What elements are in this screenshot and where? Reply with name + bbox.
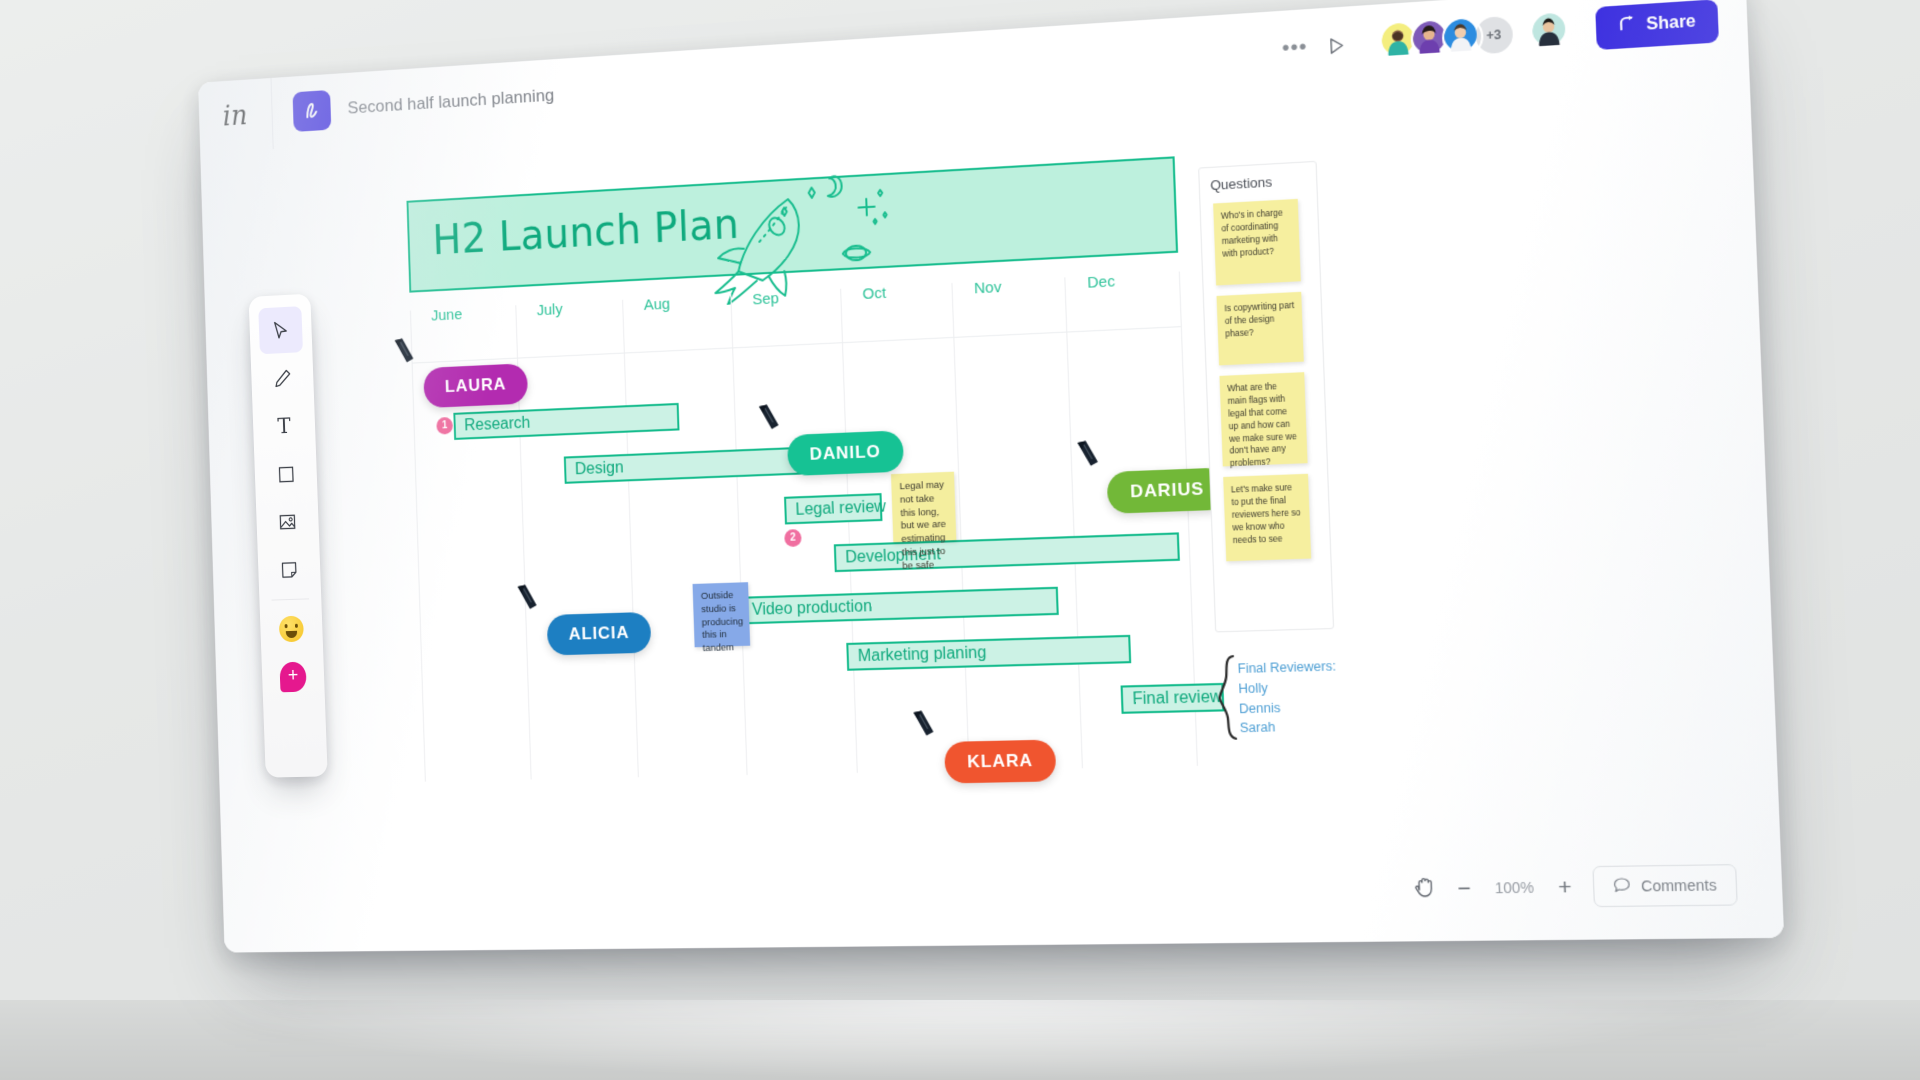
toolbar-divider <box>271 78 274 149</box>
tool-image[interactable] <box>265 498 310 546</box>
top-bar-actions: ••• +3 Share <box>1276 0 1748 70</box>
comment-badge[interactable]: 1 <box>436 417 453 435</box>
grid-line <box>1064 277 1083 768</box>
grid-line <box>622 300 639 777</box>
final-reviewers-heading: Final Reviewers: <box>1237 657 1336 679</box>
gantt-bar-label: Research <box>455 414 530 435</box>
bottom-bar: − 100% + Comments <box>1413 864 1737 909</box>
whiteboard-canvas[interactable]: H2 Launch Plan June July Aug Sep Oct Nov… <box>200 58 1784 953</box>
reviewer-name: Holly <box>1238 677 1337 699</box>
collaborator-cursor-label: LAURA <box>423 363 528 408</box>
gantt-bar-label: Legal review <box>786 498 886 520</box>
hand-pan-icon[interactable] <box>1414 874 1437 903</box>
gantt-bar[interactable]: Video production <box>741 587 1059 625</box>
gantt-bar-label: Design <box>566 459 624 480</box>
month-label: Nov <box>974 279 1002 298</box>
smiley-icon <box>279 616 304 643</box>
gantt-bar[interactable]: Research <box>453 403 679 440</box>
question-sticky-note[interactable]: Who's in charge of coordinating marketin… <box>1213 199 1301 286</box>
avatar[interactable] <box>1441 16 1484 59</box>
more-options-button[interactable]: ••• <box>1276 29 1313 67</box>
gantt-bar-label: Final review <box>1123 688 1223 709</box>
app-window: in Second half launch planning ••• +3 Sh… <box>198 0 1784 953</box>
zoom-in-button[interactable]: + <box>1553 875 1576 898</box>
tool-pencil[interactable] <box>260 354 305 402</box>
month-label: Sep <box>752 290 779 309</box>
month-label: Aug <box>644 295 671 314</box>
collaborator-cursor-label: ALICIA <box>547 612 652 656</box>
hand-drawn-brace-icon <box>1214 653 1241 748</box>
zoom-level: 100% <box>1492 879 1536 897</box>
question-notes[interactable]: Who's in charge of coordinating marketin… <box>1199 162 1315 169</box>
month-label: Oct <box>862 284 886 303</box>
avatar[interactable] <box>1529 10 1572 53</box>
question-sticky-note[interactable]: What are the main flags with legal that … <box>1219 372 1307 466</box>
month-label: June <box>431 306 463 325</box>
tool-text[interactable]: T <box>262 402 307 450</box>
questions-panel-title: Questions <box>1210 174 1272 193</box>
grid-line <box>840 289 858 773</box>
gantt-bar-label: Video production <box>743 597 873 619</box>
collaborator-cursor-label: DANILO <box>787 430 904 476</box>
comment-plus-icon: + <box>279 662 306 693</box>
sticky-note[interactable]: Outside studio is producing this in tand… <box>693 582 751 647</box>
collaborator-pencil-cursor-icon <box>515 583 541 619</box>
final-reviewers-list: Final Reviewers: Holly Dennis Sarah <box>1237 657 1338 739</box>
collaborator-pencil-cursor-icon <box>392 336 418 372</box>
document-title[interactable]: Second half launch planning <box>347 85 554 118</box>
tool-add-comment[interactable]: + <box>271 653 316 700</box>
tool-divider <box>272 598 310 600</box>
invision-logo[interactable]: in <box>199 98 272 133</box>
play-triangle-icon[interactable] <box>1316 26 1356 64</box>
speech-bubble-icon <box>1613 876 1632 897</box>
share-button-label: Share <box>1646 13 1696 36</box>
collaborator-pencil-cursor-icon <box>910 709 938 746</box>
comment-badge[interactable]: 2 <box>784 529 802 547</box>
sticky-note[interactable]: Legal may not take this long, but we are… <box>891 472 956 543</box>
collaborator-pencil-cursor-icon <box>1074 439 1102 477</box>
question-sticky-note[interactable]: Is copywriting part of the design phase? <box>1217 292 1304 366</box>
collaborator-cursor-label: KLARA <box>944 739 1056 783</box>
month-label: July <box>536 301 562 319</box>
reviewer-name: Dennis <box>1239 697 1338 719</box>
collaborator-pencil-cursor-icon <box>756 402 783 439</box>
timeline-grid: June July Aug Sep Oct Nov Dec Research Design Le… <box>410 272 1197 782</box>
tool-shape[interactable] <box>263 450 308 498</box>
board-title-banner[interactable]: H2 Launch Plan <box>406 156 1178 292</box>
month-label: Dec <box>1087 273 1115 292</box>
share-arrow-icon <box>1617 14 1637 39</box>
grid-line <box>730 294 747 775</box>
freehand-h-icon[interactable] <box>293 90 332 132</box>
collaborator-avatars[interactable]: +3 <box>1378 10 1572 63</box>
gantt-bar-label: Marketing planing <box>848 644 986 666</box>
gantt-bar[interactable]: Final review <box>1121 683 1225 714</box>
share-button[interactable]: Share <box>1595 0 1719 50</box>
gantt-bar[interactable]: Legal review <box>784 493 882 524</box>
gantt-bar[interactable]: Development <box>834 532 1180 572</box>
reviewer-name: Sarah <box>1239 716 1338 738</box>
comments-button-label: Comments <box>1641 876 1717 894</box>
tool-emoji[interactable] <box>269 605 314 652</box>
tool-select-cursor[interactable] <box>258 306 303 354</box>
gantt-bar[interactable]: Marketing planing <box>846 635 1131 671</box>
tool-sticky-note[interactable] <box>267 546 312 593</box>
zoom-out-button[interactable]: − <box>1453 877 1476 900</box>
scene: in Second half launch planning ••• +3 Sh… <box>0 0 1920 1080</box>
questions-panel[interactable]: Questions Who's in charge of coordinatin… <box>1198 161 1334 633</box>
question-sticky-note[interactable]: Let's make sure to put the final reviewe… <box>1223 474 1311 562</box>
comments-button[interactable]: Comments <box>1593 864 1738 907</box>
text-t-icon: T <box>277 414 291 439</box>
